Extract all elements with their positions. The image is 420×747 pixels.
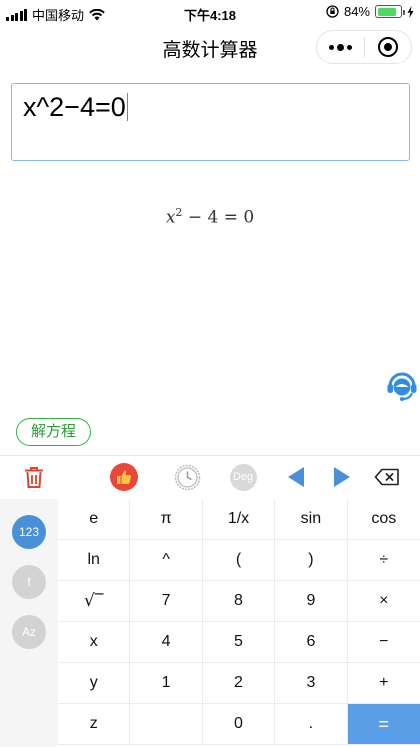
nav-bar: 高数计算器 [0,24,420,70]
key-equals[interactable]: = [347,704,420,745]
thumbs-up-icon [110,463,138,491]
key-open-paren[interactable]: ( [202,540,276,581]
arrow-left-icon [288,467,304,487]
more-dot-icon [337,43,344,51]
key-3[interactable]: 3 [275,663,348,704]
key-power[interactable]: ^ [130,540,203,581]
key-empty [130,704,203,745]
keyboard-toolbar: Deg [0,455,420,499]
key-multiply[interactable]: × [347,581,420,622]
key-1[interactable]: 1 [130,663,203,704]
calculator-keyboard: 123 f Az e π 1/x sin cos ln ^ ( ) ÷ √‾ 7… [0,499,420,747]
more-dot-icon [347,44,352,50]
keyboard-mode-rail: 123 f Az [0,499,58,747]
key-decimal[interactable]: . [275,704,348,745]
text-caret [126,93,129,121]
mode-function-button[interactable]: f [12,565,46,599]
key-7[interactable]: 7 [130,581,203,622]
key-z[interactable]: z [58,704,131,745]
status-right: 84% [326,4,414,19]
history-button[interactable] [172,462,202,492]
key-minus[interactable]: − [347,622,420,663]
key-5[interactable]: 5 [202,622,276,663]
battery-percent: 84% [343,4,370,19]
key-divide[interactable]: ÷ [347,540,420,581]
key-y[interactable]: y [58,663,131,704]
status-bar: 中国移动 下午4:18 84% [0,0,420,24]
key-pi[interactable]: π [130,499,203,540]
formula-rest: − 4 = 0 [187,207,255,228]
mode-alpha-button[interactable]: Az [12,615,46,649]
expression-text: x^2−4=0 [23,92,126,122]
key-8[interactable]: 8 [202,581,276,622]
key-ln[interactable]: ln [58,540,131,581]
battery-fill [377,7,396,16]
charging-icon [407,5,414,18]
key-sin[interactable]: sin [275,499,348,540]
history-clock-icon [174,464,200,490]
target-circle-icon [377,37,398,57]
backspace-button[interactable] [372,462,402,492]
key-4[interactable]: 4 [130,622,203,663]
key-plus[interactable]: + [347,663,420,704]
key-e[interactable]: e [58,499,131,540]
key-cos[interactable]: cos [347,499,420,540]
key-6[interactable]: 6 [275,622,348,663]
orientation-lock-icon [326,5,339,18]
trash-icon [25,467,43,488]
mode-numeric-button[interactable]: 123 [12,515,46,549]
more-menu-button[interactable] [317,31,364,63]
key-9[interactable]: 9 [275,581,348,622]
like-button[interactable] [109,462,139,492]
cursor-right-button[interactable] [332,462,352,492]
customer-service-icon[interactable] [385,368,419,402]
battery-icon [375,5,405,18]
backspace-icon [374,468,399,486]
clear-button[interactable] [20,462,48,492]
key-2[interactable]: 2 [202,663,276,704]
solve-equation-button[interactable]: 解方程 [16,418,91,446]
cursor-left-button[interactable] [286,462,306,492]
formula-exponent: 2 [175,206,183,219]
key-0[interactable]: 0 [202,704,276,745]
deg-icon: Deg [229,463,257,491]
formula-variable: x [165,207,176,228]
key-close-paren[interactable]: ) [275,540,348,581]
key-sqrt[interactable]: √‾ [58,581,131,622]
key-x[interactable]: x [58,622,131,663]
deg-toggle-button[interactable]: Deg [229,462,257,492]
arrow-right-icon [334,467,350,487]
close-miniprogram-button[interactable] [365,31,411,63]
miniprogram-capsule [316,30,412,64]
key-reciprocal[interactable]: 1/x [202,499,276,540]
more-dot-icon [329,44,334,50]
rendered-formula: x2 − 4 = 0 [0,206,420,228]
key-grid: e π 1/x sin cos ln ^ ( ) ÷ √‾ 7 8 9 × x … [58,499,420,747]
expression-input[interactable]: x^2−4=0 [11,83,410,161]
